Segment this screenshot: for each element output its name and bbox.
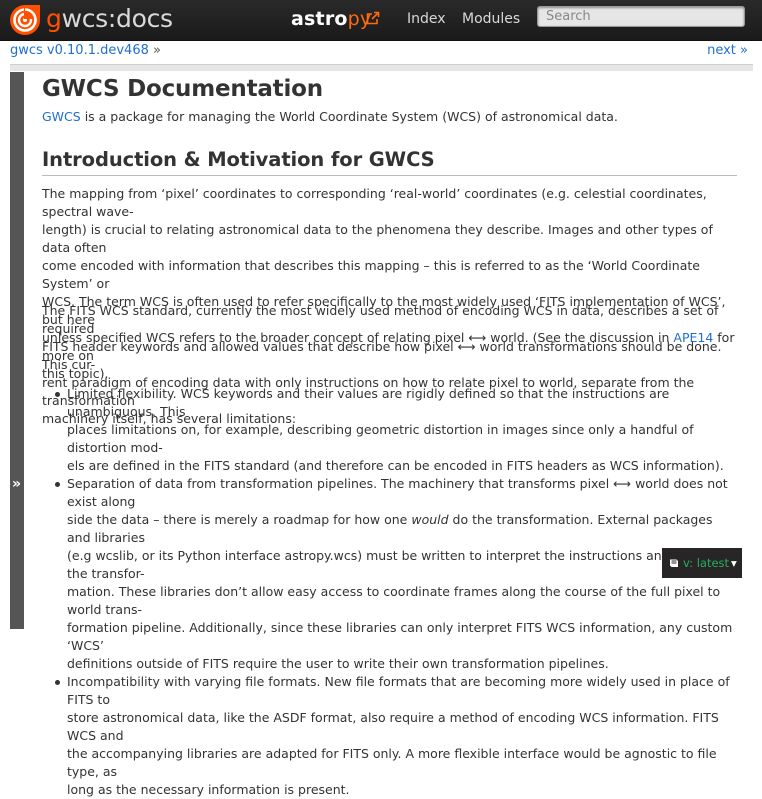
b2-line: formation pipeline. Additionally, since … [67,620,733,653]
version-selector-badge[interactable]: v: latest ▾ [662,548,742,578]
p2-line: FITS header keywords and allowed values … [42,339,722,372]
breadcrumb-separator: » [153,43,161,58]
p1-line: come encoded with information that descr… [42,258,700,291]
top-navbar: gwcs:docs astropy Index Modules [0,0,762,41]
sidebar-expand-icon: » [12,476,22,492]
b3-line: long as the necessary information is pre… [67,782,350,797]
astropy-logo-text: astro [291,8,348,30]
gwcs-link[interactable]: GWCS [42,109,81,124]
b3-line: Incompatibility with varying file format… [67,674,730,707]
gwcs-logo-icon[interactable] [10,5,40,35]
caret-down-icon: ▾ [731,556,737,570]
brand-title[interactable]: gwcs:docs [46,3,173,35]
b3-line: the accompanying libraries are adapted f… [67,746,717,779]
brand-accent: g [46,4,62,33]
breadcrumb: gwcs v0.10.1.dev468 » next » [10,43,748,63]
nav-link-index[interactable]: Index [407,10,446,28]
breadcrumb-version-link[interactable]: gwcs v0.10.1.dev468 [10,43,149,58]
search-input[interactable] [537,6,745,27]
b2-line: Separation of data from transformation p… [67,476,728,509]
intro-paragraph: GWCS is a package for managing the World… [42,108,618,126]
astropy-logo[interactable]: astropy [291,8,371,30]
next-page-link[interactable]: next » [707,43,748,59]
b2-line: side the data – there is merely a roadma… [67,512,412,527]
limitations-list: Limited flexibility. WCS keywords and th… [42,385,738,799]
list-item: Limited flexibility. WCS keywords and th… [42,385,738,475]
breadcrumb-divider [10,64,753,71]
b1-line: Limited flexibility. WCS keywords and th… [67,386,670,419]
p2-line: The FITS WCS standard, currently the mos… [42,303,719,336]
b2-line: (e.g wcslib, or its Python interface ast… [67,548,724,581]
brand-rest: wcs:docs [61,4,173,33]
external-link-icon[interactable] [366,11,380,25]
b2-line: mation. These libraries don’t allow easy… [67,584,721,617]
b3-line: store astronomical data, like the ASDF f… [67,710,719,743]
emphasis-would: would [411,512,449,527]
sidebar-toggle-button[interactable]: » [10,72,24,629]
nav-link-modules[interactable]: Modules [462,10,520,28]
list-item: Incompatibility with varying file format… [42,673,738,799]
b1-line: els are defined in the FITS standard (an… [67,458,724,473]
p1-line: length) is crucial to relating astronomi… [42,222,713,255]
page-title: GWCS Documentation [42,76,323,102]
list-item: Separation of data from transformation p… [42,475,738,673]
section-heading: Introduction & Motivation for GWCS [42,147,737,176]
book-icon [670,559,678,567]
b1-line: places limitations on, for example, desc… [67,422,694,455]
intro-text: is a package for managing the World Coor… [80,109,618,124]
version-label: v: latest [683,556,730,570]
p1-line: The mapping from ‘pixel’ coordinates to … [42,186,707,219]
b2-line: definitions outside of FITS require the … [67,656,609,671]
